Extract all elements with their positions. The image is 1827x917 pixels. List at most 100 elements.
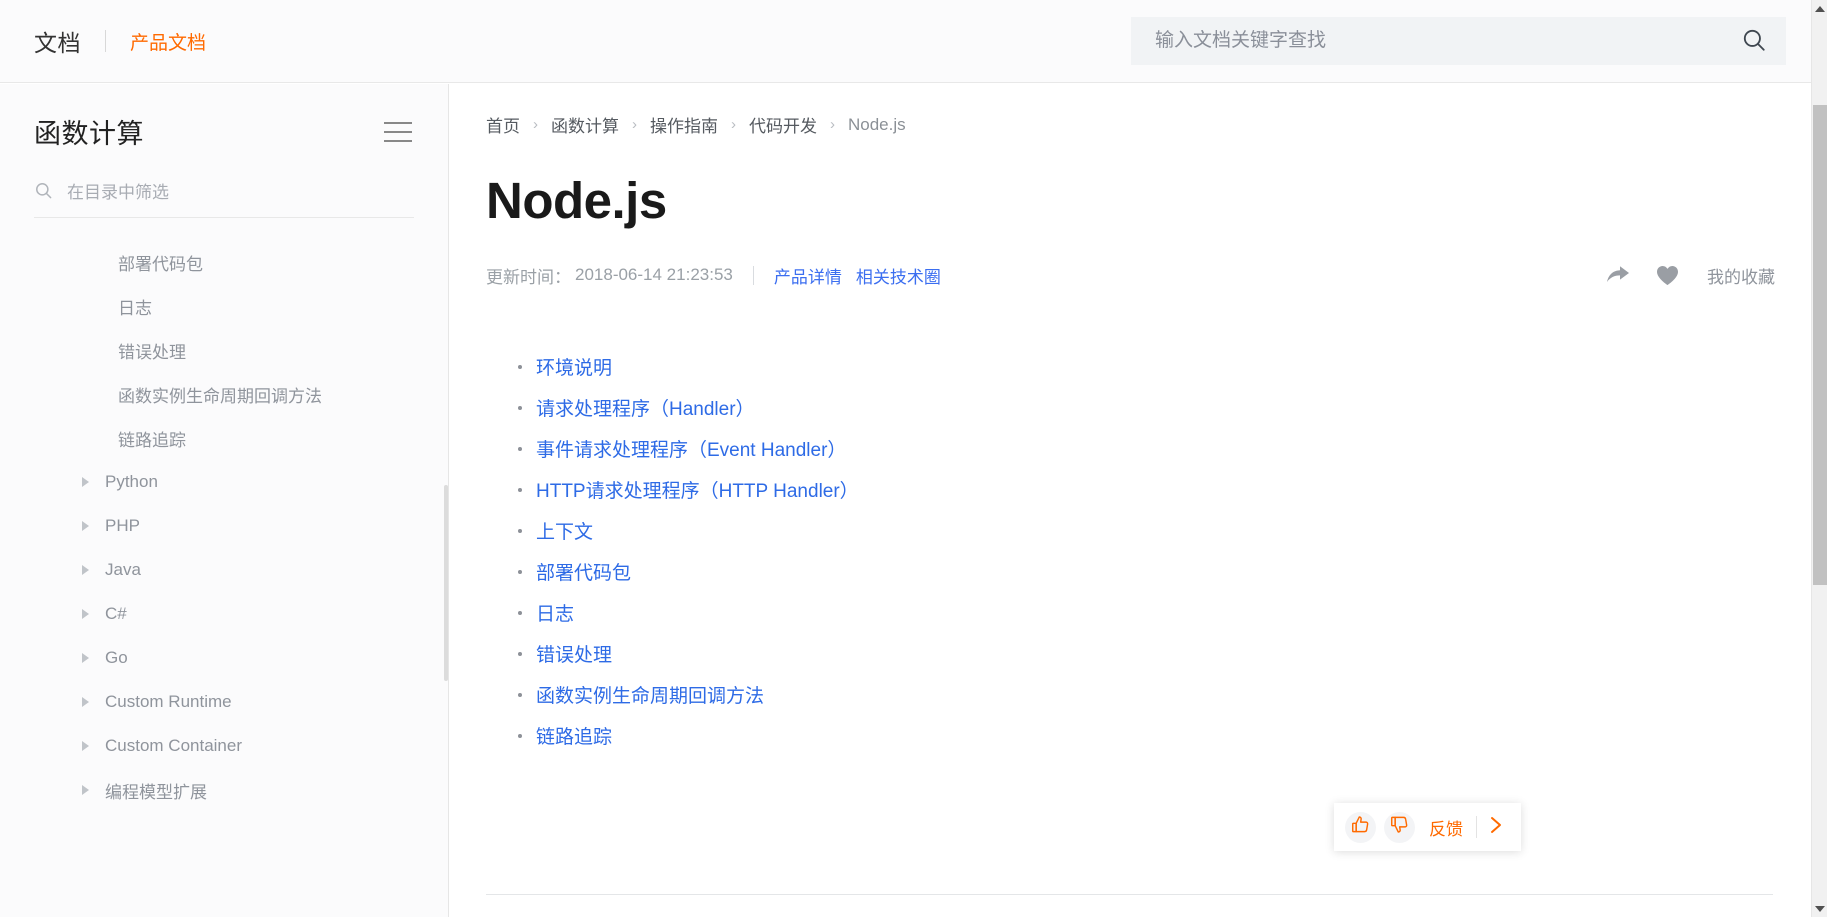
top-header-bar: 文档 产品文档 xyxy=(0,0,1811,83)
breadcrumb-item-home[interactable]: 首页 xyxy=(486,112,520,137)
chevron-right-icon xyxy=(82,521,89,531)
document-meta-row: 更新时间： 2018-06-14 21:23:53 产品详情 相关技术圈 我的收… xyxy=(486,262,1775,288)
sidebar-item-lifecycle-callbacks[interactable]: 函数实例生命周期回调方法 xyxy=(0,372,448,416)
sidebar-item-label: 链路追踪 xyxy=(118,430,186,450)
sidebar-item-php[interactable]: PHP xyxy=(0,504,448,548)
sidebar-item-python[interactable]: Python xyxy=(0,460,448,504)
brand-docs-link[interactable]: 文档 xyxy=(34,24,81,58)
breadcrumb-item-code-development[interactable]: 代码开发 xyxy=(749,112,817,137)
main-content: 首页 › 函数计算 › 操作指南 › 代码开发 › Node.js Node.j… xyxy=(450,84,1811,917)
triangle-down-icon xyxy=(1815,905,1825,912)
product-detail-link[interactable]: 产品详情 xyxy=(774,263,842,288)
sidebar-item-error-handling[interactable]: 错误处理 xyxy=(0,328,448,372)
page-scrollbar[interactable] xyxy=(1811,0,1827,917)
toc-item: 部署代码包 xyxy=(502,551,1811,592)
feedback-divider xyxy=(1476,816,1477,838)
toc-item: 链路追踪 xyxy=(502,715,1811,756)
sidebar-item-label: C# xyxy=(105,604,127,623)
breadcrumb-item-operation-guide[interactable]: 操作指南 xyxy=(650,112,718,137)
hamburger-bar xyxy=(384,121,412,124)
toc-link-handler[interactable]: 请求处理程序（Handler） xyxy=(536,394,755,421)
sidebar-item-deploy-code-package[interactable]: 部署代码包 xyxy=(0,240,448,284)
brand-divider xyxy=(105,30,106,52)
document-meta-actions: 我的收藏 xyxy=(1606,263,1775,288)
chevron-right-icon xyxy=(82,609,89,619)
breadcrumb-separator: › xyxy=(731,116,736,133)
sidebar-item-go[interactable]: Go xyxy=(0,636,448,680)
sidebar-item-java[interactable]: Java xyxy=(0,548,448,592)
global-search-box xyxy=(1131,17,1786,65)
related-tech-circle-link[interactable]: 相关技术圈 xyxy=(856,263,941,288)
breadcrumb-separator: › xyxy=(830,116,835,133)
toc-link-deploy-code-package[interactable]: 部署代码包 xyxy=(536,558,631,585)
breadcrumb-separator: › xyxy=(533,116,538,133)
brand-product-docs-link[interactable]: 产品文档 xyxy=(130,28,206,55)
thumbs-up-button[interactable] xyxy=(1345,811,1376,843)
toc-link-http-handler[interactable]: HTTP请求处理程序（HTTP Handler） xyxy=(536,476,859,503)
sidebar-item-label: 编程模型扩展 xyxy=(105,782,207,802)
feedback-label[interactable]: 反馈 xyxy=(1429,815,1463,840)
chevron-right-icon xyxy=(82,741,89,751)
sidebar-scrollbar-thumb[interactable] xyxy=(444,485,448,681)
page-scrollbar-thumb[interactable] xyxy=(1813,105,1827,585)
page-title: Node.js xyxy=(486,172,667,229)
sidebar-item-tracing[interactable]: 链路追踪 xyxy=(0,416,448,460)
toc-link-context[interactable]: 上下文 xyxy=(536,517,593,544)
toc-item: 函数实例生命周期回调方法 xyxy=(502,674,1811,715)
toc-item: 日志 xyxy=(502,592,1811,633)
feedback-widget: 反馈 xyxy=(1334,803,1521,851)
table-of-contents: 环境说明 请求处理程序（Handler） 事件请求处理程序（Event Hand… xyxy=(502,346,1811,756)
scroll-down-button[interactable] xyxy=(1812,900,1827,917)
scroll-up-button[interactable] xyxy=(1812,0,1827,17)
sidebar-item-label: 日志 xyxy=(118,298,152,318)
meta-divider xyxy=(752,265,754,285)
thumbs-up-icon xyxy=(1351,815,1370,839)
chevron-right-icon xyxy=(1488,814,1504,841)
sidebar-item-custom-runtime[interactable]: Custom Runtime xyxy=(0,680,448,724)
search-input[interactable] xyxy=(1131,30,1722,52)
search-icon xyxy=(34,181,53,205)
hamburger-icon[interactable] xyxy=(384,121,412,142)
sidebar-item-label: 部署代码包 xyxy=(118,254,203,274)
chevron-right-icon xyxy=(82,477,89,487)
toc-link-lifecycle-callbacks[interactable]: 函数实例生命周期回调方法 xyxy=(536,681,764,708)
brand-group: 文档 产品文档 xyxy=(34,0,206,82)
toc-link-tracing[interactable]: 链路追踪 xyxy=(536,722,612,749)
chevron-right-icon xyxy=(82,565,89,575)
heart-icon[interactable] xyxy=(1656,265,1679,286)
sidebar-item-programming-model-extension[interactable]: 编程模型扩展 xyxy=(0,768,448,812)
breadcrumb: 首页 › 函数计算 › 操作指南 › 代码开发 › Node.js xyxy=(450,84,1811,137)
sidebar-header: 函数计算 xyxy=(0,84,448,151)
sidebar-title: 函数计算 xyxy=(34,119,144,149)
updated-time-value: 2018-06-14 21:23:53 xyxy=(575,265,733,284)
sidebar-item-logs[interactable]: 日志 xyxy=(0,284,448,328)
toc-link-logs[interactable]: 日志 xyxy=(536,599,574,626)
thumbs-down-button[interactable] xyxy=(1384,811,1415,843)
thumbs-down-icon xyxy=(1390,815,1409,839)
toc-link-event-handler[interactable]: 事件请求处理程序（Event Handler） xyxy=(536,435,846,462)
sidebar-nav: 部署代码包 日志 错误处理 函数实例生命周期回调方法 链路追踪 Python P… xyxy=(0,240,448,812)
toc-item: HTTP请求处理程序（HTTP Handler） xyxy=(502,469,1811,510)
toc-link-error-handling[interactable]: 错误处理 xyxy=(536,640,612,667)
search-button[interactable] xyxy=(1722,17,1786,65)
sidebar-item-csharp[interactable]: C# xyxy=(0,592,448,636)
updated-time-label: 更新时间： xyxy=(486,267,571,287)
my-favorites-label[interactable]: 我的收藏 xyxy=(1707,263,1775,288)
chevron-right-icon xyxy=(82,653,89,663)
sidebar-item-label: Java xyxy=(105,560,141,579)
share-icon[interactable] xyxy=(1606,265,1630,285)
sidebar-filter xyxy=(34,181,414,218)
toc-item: 错误处理 xyxy=(502,633,1811,674)
sidebar-item-label: 错误处理 xyxy=(118,342,186,362)
hamburger-bar xyxy=(384,130,412,133)
sidebar-filter-input[interactable] xyxy=(67,183,414,203)
toc-link-environment[interactable]: 环境说明 xyxy=(536,353,612,380)
sidebar-item-custom-container[interactable]: Custom Container xyxy=(0,724,448,768)
breadcrumb-item-function-compute[interactable]: 函数计算 xyxy=(551,112,619,137)
feedback-expand-button[interactable] xyxy=(1488,814,1504,841)
sidebar-item-label: PHP xyxy=(105,516,140,535)
triangle-up-icon xyxy=(1815,5,1825,12)
sidebar-item-label: Go xyxy=(105,648,128,667)
app-window: 文档 产品文档 函数计算 xyxy=(0,0,1827,917)
document-meta-left: 更新时间： 2018-06-14 21:23:53 产品详情 相关技术圈 xyxy=(486,263,955,288)
